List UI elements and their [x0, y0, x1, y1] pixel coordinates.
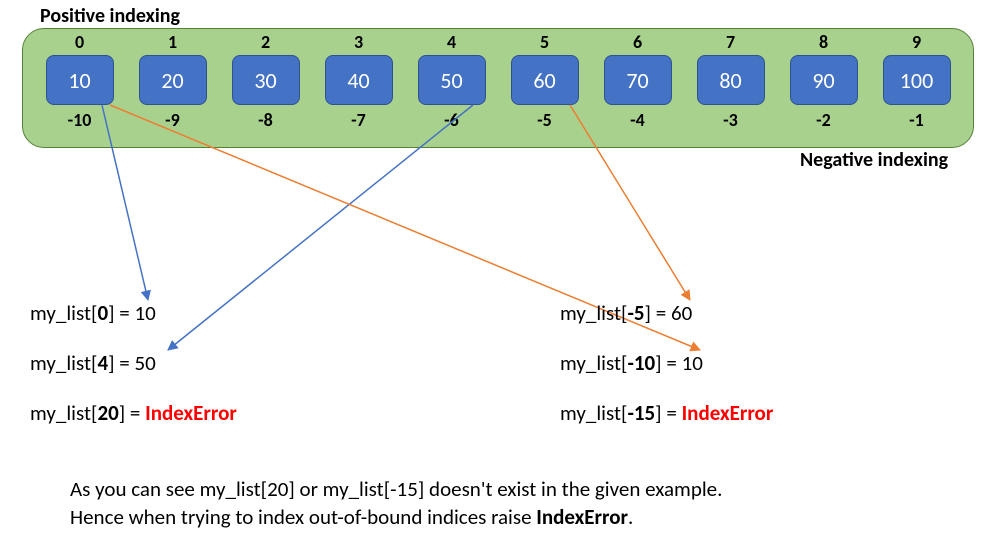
- example-positive-20: my_list[20] = IndexError: [30, 400, 237, 426]
- array-value-box: 50: [418, 55, 486, 105]
- negative-index-label: -2: [816, 109, 831, 131]
- array-value-box: 30: [232, 55, 300, 105]
- negative-index-label: -4: [630, 109, 645, 131]
- array-value-box: 70: [604, 55, 672, 105]
- negative-indexing-title: Negative indexing: [800, 148, 948, 172]
- example-negative-10: my_list[-10] = 10: [560, 350, 703, 376]
- positive-index-label: 6: [633, 31, 642, 53]
- negative-index-label: -3: [723, 109, 738, 131]
- array-cell: 4 50 -6: [405, 29, 498, 147]
- array-value-box: 90: [790, 55, 858, 105]
- array-cell: 0 10 -10: [33, 29, 126, 147]
- array-cell: 2 30 -8: [219, 29, 312, 147]
- array-cell: 1 20 -9: [126, 29, 219, 147]
- array-value-box: 10: [46, 55, 114, 105]
- negative-index-label: -5: [537, 109, 552, 131]
- negative-index-label: -6: [444, 109, 459, 131]
- array-cell: 6 70 -4: [591, 29, 684, 147]
- array-cell: 9 100 -1: [870, 29, 963, 147]
- array-value-box: 60: [511, 55, 579, 105]
- array-cell: 8 90 -2: [777, 29, 870, 147]
- negative-index-label: -8: [258, 109, 273, 131]
- negative-index-label: -9: [165, 109, 180, 131]
- positive-indexing-title: Positive indexing: [40, 4, 180, 28]
- positive-index-label: 8: [819, 31, 828, 53]
- positive-index-label: 3: [354, 31, 363, 53]
- array-value-box: 20: [139, 55, 207, 105]
- footer-explanation: As you can see my_list[20] or my_list[-1…: [70, 475, 722, 532]
- negative-index-label: -10: [68, 109, 92, 131]
- positive-index-label: 4: [447, 31, 456, 53]
- positive-index-label: 1: [168, 31, 177, 53]
- array-cell: 3 40 -7: [312, 29, 405, 147]
- positive-index-label: 2: [261, 31, 270, 53]
- positive-index-label: 5: [540, 31, 549, 53]
- positive-index-label: 9: [912, 31, 921, 53]
- positive-index-label: 7: [726, 31, 735, 53]
- negative-index-label: -1: [909, 109, 924, 131]
- example-negative-15: my_list[-15] = IndexError: [560, 400, 773, 426]
- array-cell: 7 80 -3: [684, 29, 777, 147]
- array-container: 0 10 -10 1 20 -9 2 30 -8 3 40 -7 4 50 -6…: [22, 28, 974, 148]
- array-cell: 5 60 -5: [498, 29, 591, 147]
- negative-index-label: -7: [351, 109, 366, 131]
- example-positive-4: my_list[4] = 50: [30, 350, 156, 376]
- array-value-box: 80: [697, 55, 765, 105]
- array-value-box: 40: [325, 55, 393, 105]
- example-negative-5: my_list[-5] = 60: [560, 300, 692, 326]
- array-value-box: 100: [883, 55, 951, 105]
- positive-index-label: 0: [75, 31, 84, 53]
- example-positive-0: my_list[0] = 10: [30, 300, 156, 326]
